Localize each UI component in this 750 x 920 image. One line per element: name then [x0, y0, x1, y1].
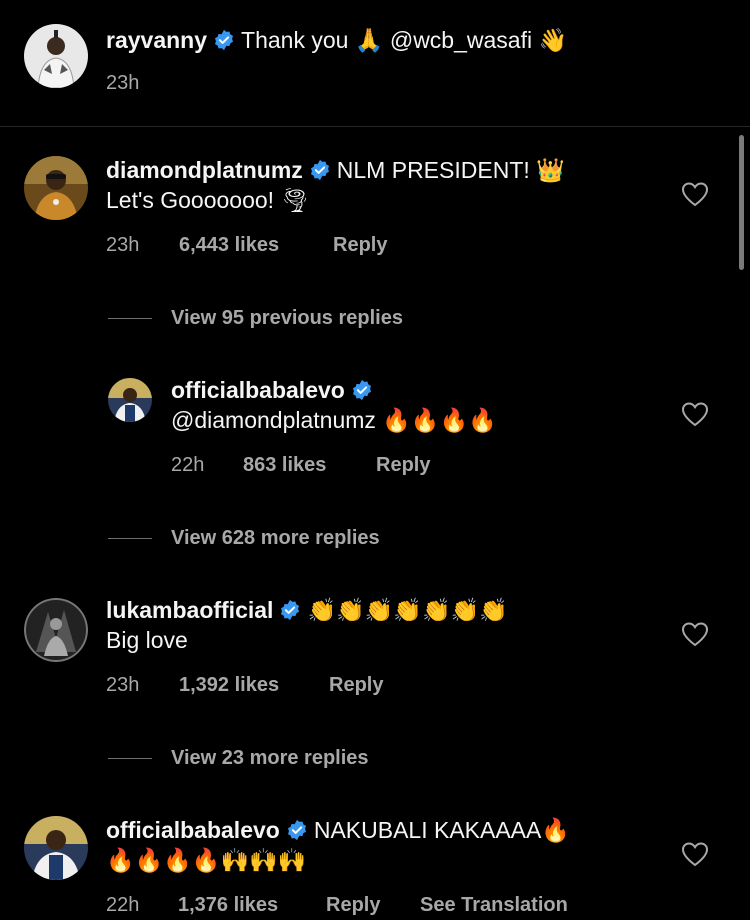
- comment-2-meta: 23h 1,392 likes Reply: [106, 672, 383, 698]
- comment-1-view-more-replies[interactable]: View 628 more replies: [171, 525, 380, 551]
- reply-1-mention[interactable]: @diamondplatnumz: [171, 407, 382, 433]
- caption-divider: [0, 126, 750, 127]
- comment-3-time: 22h: [106, 894, 140, 916]
- caption-line: rayvanny Thank you 🙏 @wcb_wasafi 👋: [106, 25, 567, 56]
- avatar-diamondplatnumz[interactable]: [24, 156, 88, 220]
- comment-1-reply-button[interactable]: Reply: [333, 232, 387, 258]
- comment-1-likes[interactable]: 6,443 likes: [179, 232, 333, 258]
- view-replies-line: [108, 318, 152, 319]
- comment-1-meta: 23h 6,443 likes Reply: [106, 232, 387, 258]
- reply-1-reply-button[interactable]: Reply: [376, 452, 430, 478]
- comment-3-username[interactable]: officialbabalevo: [106, 817, 280, 843]
- avatar-lukambaofficial[interactable]: [24, 598, 88, 662]
- comment-3-text: NAKUBALI KAKAAAA: [313, 817, 542, 843]
- fire-emoji-icon: 🔥🔥🔥🔥: [382, 408, 497, 434]
- like-heart-icon[interactable]: [681, 401, 709, 427]
- comment-2-username[interactable]: lukambaofficial: [106, 597, 273, 623]
- comment-2-text: Big love: [106, 627, 188, 653]
- clap-emoji-icon: 👏👏👏👏👏👏👏: [307, 598, 508, 624]
- comment-2-time: 23h: [106, 674, 140, 696]
- verified-badge-icon: [279, 599, 301, 621]
- caption-username[interactable]: rayvanny: [106, 27, 207, 53]
- view-replies-line: [108, 758, 152, 759]
- tornado-emoji-icon: 🌪: [280, 188, 310, 214]
- comment-2-line-1: lukambaofficial 👏👏👏👏👏👏👏: [106, 595, 508, 626]
- see-translation-button[interactable]: See Translation: [420, 892, 568, 918]
- comment-2-reply-button[interactable]: Reply: [329, 672, 383, 698]
- reply-1-username[interactable]: officialbabalevo: [171, 377, 345, 403]
- comment-1-text-2: Let's Gooooooo!: [106, 187, 281, 213]
- fire-emoji-icon: 🔥: [541, 818, 571, 844]
- comment-1-text: NLM PRESIDENT!: [336, 157, 537, 183]
- verified-badge-icon: [286, 819, 308, 841]
- comment-1-username[interactable]: diamondplatnumz: [106, 157, 303, 183]
- avatar-officialbabalevo-reply[interactable]: [108, 378, 152, 422]
- caption-text: Thank you: [241, 27, 355, 53]
- comment-1-view-previous-replies[interactable]: View 95 previous replies: [171, 305, 403, 331]
- like-heart-icon[interactable]: [681, 841, 709, 867]
- comment-3-line-2: 🔥🔥🔥🔥🙌🙌🙌: [106, 845, 306, 876]
- comment-3-meta: 22h 1,376 likes Reply See Translation: [106, 892, 568, 918]
- comment-2-line-2: Big love: [106, 625, 188, 655]
- reply-1-line-1: officialbabalevo: [171, 375, 379, 405]
- comment-1-line-1: diamondplatnumz NLM PRESIDENT! 👑: [106, 155, 565, 186]
- reply-1-line-2: @diamondplatnumz 🔥🔥🔥🔥: [171, 405, 497, 436]
- avatar-rayvanny[interactable]: [24, 24, 88, 88]
- comment-3-likes[interactable]: 1,376 likes: [178, 892, 326, 918]
- avatar-officialbabalevo[interactable]: [24, 816, 88, 880]
- verified-badge-icon: [309, 159, 331, 181]
- view-replies-line: [108, 538, 152, 539]
- crown-emoji-icon: 👑: [536, 158, 565, 184]
- caption-time: 23h: [106, 72, 140, 94]
- comment-3-line-1: officialbabalevo NAKUBALI KAKAAAA🔥: [106, 815, 570, 846]
- like-heart-icon[interactable]: [681, 181, 709, 207]
- fire-raised-hands-emoji-icon: 🔥🔥🔥🔥🙌🙌🙌: [106, 848, 307, 874]
- comment-3-reply-button[interactable]: Reply: [326, 892, 420, 918]
- reply-1-time: 22h: [171, 454, 205, 476]
- comment-2-likes[interactable]: 1,392 likes: [179, 672, 329, 698]
- reply-1-likes[interactable]: 863 likes: [243, 452, 376, 478]
- comment-1-line-2: Let's Gooooooo! 🌪: [106, 185, 310, 216]
- caption-mention[interactable]: @wcb_wasafi: [390, 27, 532, 53]
- scrollbar[interactable]: [739, 135, 744, 270]
- wave-emoji-icon: 👋: [538, 28, 568, 54]
- comment-1-time: 23h: [106, 234, 140, 256]
- pray-emoji-icon: 🙏: [354, 28, 384, 54]
- reply-1-meta: 22h 863 likes Reply: [171, 452, 430, 478]
- comment-2-view-more-replies[interactable]: View 23 more replies: [171, 745, 369, 771]
- like-heart-icon[interactable]: [681, 621, 709, 647]
- verified-badge-icon: [351, 379, 373, 401]
- verified-badge-icon: [213, 29, 235, 51]
